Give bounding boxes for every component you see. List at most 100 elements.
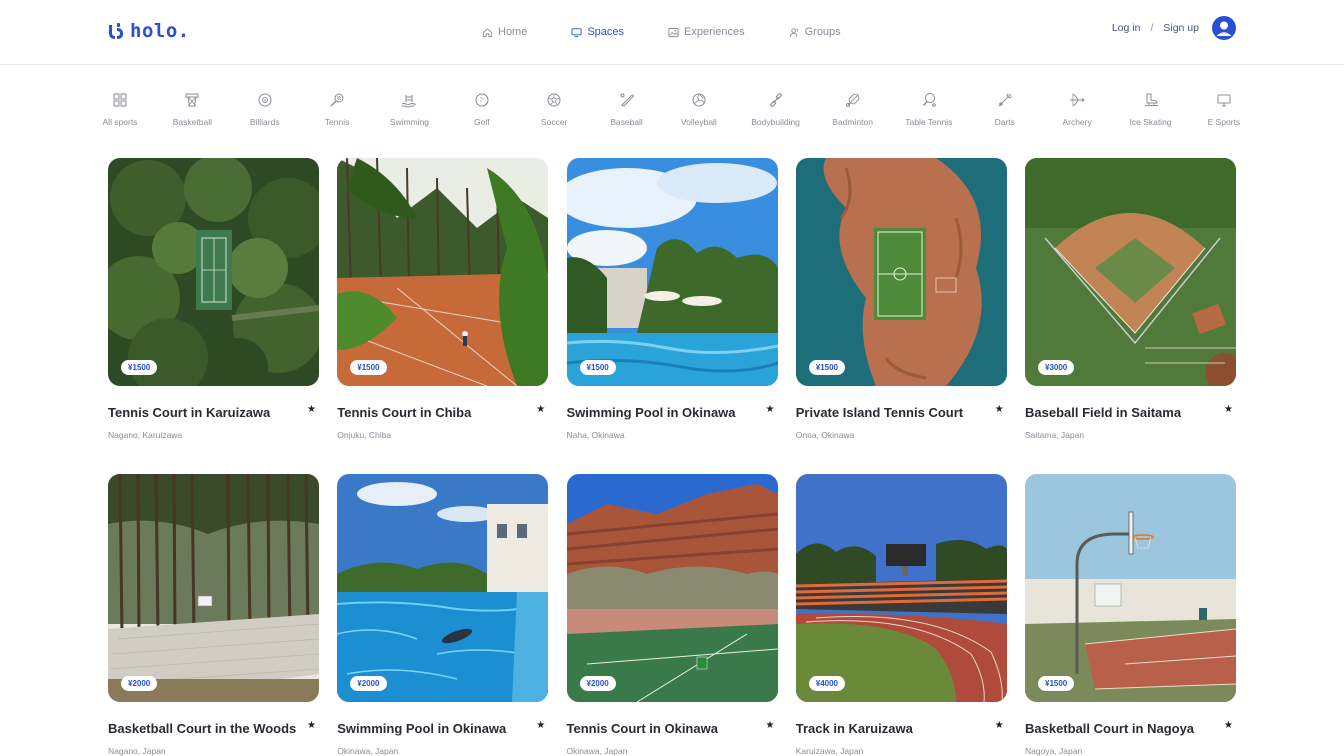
listing-title[interactable]: Basketball Court in the Woods (108, 721, 296, 736)
listing-photo[interactable]: ¥1500 (108, 158, 319, 386)
price-badge: ¥2000 (350, 676, 387, 691)
nav-spaces[interactable]: Spaces (571, 24, 624, 40)
bow-arrow-icon (1070, 93, 1085, 107)
price-badge: ¥1500 (1038, 676, 1075, 691)
listing-photo[interactable]: ¥2000 (108, 474, 319, 702)
listing-card[interactable]: ¥2000 Swimming Pool in Okinawa ★ Okinawa… (337, 474, 549, 756)
users-icon (789, 27, 798, 37)
listing-title[interactable]: Baseball Field in Saitama (1025, 405, 1181, 420)
listing-photo[interactable]: ¥3000 (1025, 158, 1236, 386)
star-icon: ★ (765, 720, 775, 731)
category-label: Soccer (540, 117, 568, 127)
brand-logo[interactable]: holo. (108, 20, 190, 42)
listing-card[interactable]: ¥1500 Basketball Court in Nagoya ★ Nagoy… (1025, 474, 1236, 756)
category-label: Basketball (172, 117, 212, 127)
category-e-sports[interactable]: E Sports (1204, 92, 1244, 127)
star-icon: ★ (536, 404, 546, 415)
auth-separator: / (1150, 22, 1154, 34)
category-archery[interactable]: Archery (1057, 92, 1097, 127)
listing-card[interactable]: ¥4000 Track in Karuizawa ★ Karuizawa, Ja… (795, 474, 1007, 756)
monitor-icon (571, 27, 582, 37)
category-soccer[interactable]: Soccer (534, 92, 574, 127)
star-icon: ★ (994, 720, 1004, 731)
price-badge: ¥1500 (579, 360, 616, 375)
ping-pong-icon (922, 93, 936, 107)
listing-location: Nagano, Japan (108, 746, 166, 756)
computer-icon (1217, 94, 1231, 107)
listing-location: Nagoya, Japan (1025, 746, 1083, 756)
category-swimming[interactable]: Swimming (389, 92, 429, 127)
listing-photo[interactable]: ¥4000 (795, 474, 1007, 702)
svg-text:8: 8 (264, 99, 266, 103)
nav-home[interactable]: Home (482, 24, 527, 40)
category-label: Archery (1062, 117, 1092, 127)
image-icon (668, 27, 679, 37)
auth-links: Log in / Sign up (1112, 16, 1236, 40)
listing-photo[interactable]: ¥1500 (566, 158, 778, 386)
price-badge: ¥2000 (121, 676, 158, 691)
category-all-sports[interactable]: All sports (100, 92, 140, 127)
listing-card[interactable]: ¥3000 Baseball Field in Saitama ★ Saitam… (1025, 158, 1236, 474)
main-nav: Home Spaces Experiences Groups (482, 24, 885, 40)
category-label: Swimming (389, 117, 430, 127)
price-badge: ¥1500 (808, 360, 845, 375)
listing-title[interactable]: Tennis Court in Chiba (337, 405, 471, 420)
category-baseball[interactable]: Baseball (607, 92, 647, 127)
listing-card[interactable]: ¥1500 Tennis Court in Karuizawa ★ Nagano… (108, 158, 319, 474)
category-label: All sports (102, 117, 138, 127)
tennis-racket-icon (330, 93, 344, 107)
nav-experiences-label: Experiences (684, 26, 745, 38)
login-link[interactable]: Log in (1112, 22, 1141, 34)
user-avatar-icon[interactable] (1212, 16, 1236, 40)
category-darts[interactable]: Darts (985, 92, 1025, 127)
category-basketball[interactable]: Basketball (172, 92, 212, 127)
listing-photo[interactable]: ¥1500 (337, 158, 549, 386)
listing-title[interactable]: Basketball Court in Nagoya (1025, 721, 1194, 736)
listing-title[interactable]: Swimming Pool in Okinawa (567, 405, 736, 420)
signup-link[interactable]: Sign up (1163, 22, 1199, 34)
category-billiards[interactable]: 8 Billiards (245, 92, 285, 127)
listing-title[interactable]: Track in Karuizawa (796, 721, 913, 736)
listing-photo[interactable]: ¥2000 (566, 474, 778, 702)
price-badge: ¥2000 (579, 676, 616, 691)
category-label: Billiards (249, 117, 280, 127)
listing-card[interactable]: ¥1500 Private Island Tennis Court ★ Onna… (795, 158, 1007, 474)
price-badge: ¥3000 (1038, 360, 1075, 375)
price-badge: ¥1500 (121, 360, 158, 375)
listing-location: Okinawa, Japan (566, 746, 628, 756)
listings-grid: ¥1500 Tennis Court in Karuizawa ★ Nagano… (108, 158, 1236, 756)
category-volleyball[interactable]: Volleyball (679, 92, 719, 127)
listing-title[interactable]: Swimming Pool in Okinawa (337, 721, 506, 736)
category-label: Badminton (832, 117, 873, 127)
listing-location: Onjuku, Chiba (337, 430, 392, 440)
category-label: Table Tennis (905, 117, 953, 127)
listing-photo[interactable]: ¥2000 (337, 474, 549, 702)
listing-card[interactable]: ¥2000 Tennis Court in Okinawa ★ Okinawa,… (566, 474, 778, 756)
nav-experiences[interactable]: Experiences (668, 24, 745, 40)
star-icon: ★ (765, 404, 775, 415)
category-tennis[interactable]: Tennis (317, 92, 357, 127)
category-label: Tennis (324, 117, 350, 127)
star-icon: ★ (536, 720, 546, 731)
category-table-tennis[interactable]: Table Tennis (905, 92, 952, 127)
listing-title[interactable]: Tennis Court in Okinawa (567, 721, 718, 736)
category-badminton[interactable]: Badminton (832, 92, 873, 127)
listing-card[interactable]: ¥2000 Basketball Court in the Woods ★ Na… (108, 474, 319, 756)
listing-title[interactable]: Private Island Tennis Court (796, 405, 963, 420)
volleyball-icon (692, 93, 706, 107)
ice-skate-icon (1144, 93, 1158, 106)
listing-photo[interactable]: ¥1500 (795, 158, 1007, 386)
shuttlecock-icon (845, 93, 860, 107)
category-bodybuilding[interactable]: Bodybuilding (751, 92, 800, 127)
category-ice-skating[interactable]: Ice Skating (1129, 92, 1172, 127)
price-badge: ¥1500 (350, 360, 387, 375)
listing-title[interactable]: Tennis Court in Karuizawa (108, 405, 270, 420)
nav-groups[interactable]: Groups (789, 24, 841, 40)
category-golf[interactable]: Golf (462, 92, 502, 127)
billiard-ball-icon: 8 (258, 93, 272, 107)
listing-location: Karuizawa, Japan (795, 746, 864, 756)
listing-photo[interactable]: ¥1500 (1025, 474, 1236, 702)
listing-card[interactable]: ¥1500 Tennis Court in Chiba ★ Onjuku, Ch… (337, 158, 549, 474)
basketball-hoop-icon (185, 93, 199, 107)
listing-card[interactable]: ¥1500 Swimming Pool in Okinawa ★ Naha, O… (566, 158, 778, 474)
